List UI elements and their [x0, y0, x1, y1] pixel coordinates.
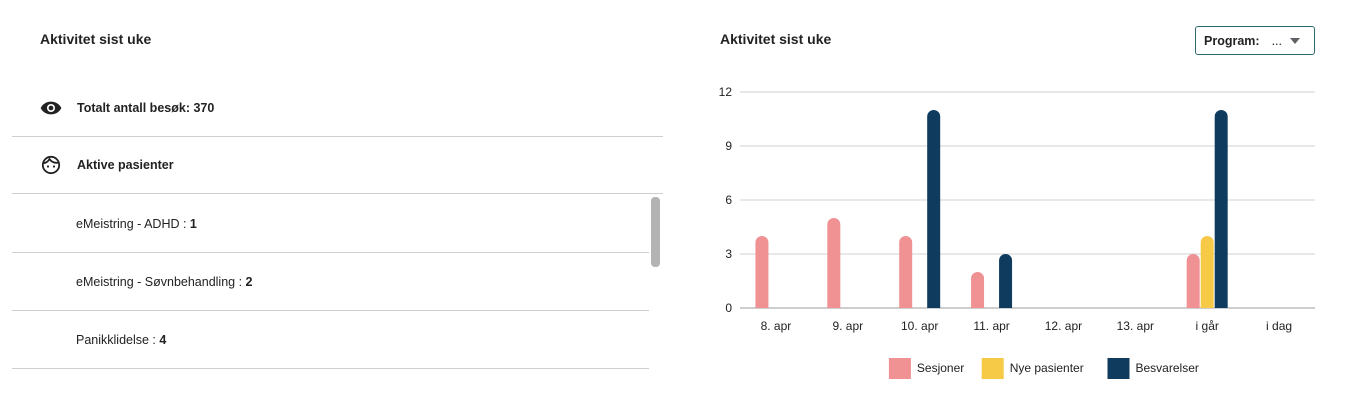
x-tick-label: 13. apr [1117, 319, 1154, 333]
bar [927, 110, 941, 309]
bar [1214, 110, 1228, 309]
x-tick-label: i går [1196, 319, 1219, 333]
bar [899, 236, 913, 308]
bar [999, 254, 1013, 308]
activity-bar-chart: 0 3 6 9 12 8. apr 9. apr 10. apr 11. apr 12. apr 1… [719, 85, 1315, 379]
bar [1186, 254, 1200, 308]
y-tick-label: 0 [725, 301, 732, 315]
panel-title: Aktivitet sist uke [40, 31, 152, 47]
legend-swatch [981, 358, 1004, 379]
x-tick-label: 10. apr [901, 319, 938, 333]
y-tick-label: 9 [725, 139, 732, 153]
legend-label: Besvarelser [1136, 361, 1199, 375]
legend-swatch [888, 358, 911, 379]
eye-icon [39, 96, 63, 120]
x-tick-label: 12. apr [1045, 319, 1082, 333]
program-name: Panikklidelse : [76, 332, 160, 347]
activity-summary-panel: Aktivitet sist uke Totalt antall besøk: … [12, 0, 664, 401]
active-patients-row: Aktive pasienter [12, 137, 663, 194]
program-row: eMeistring - ADHD : 1 [12, 195, 649, 253]
total-visits-label: Totalt antall besøk: 370 [77, 101, 215, 115]
legend-label: Nye pasienter [1010, 361, 1084, 375]
bar [971, 272, 985, 308]
bar [1200, 236, 1214, 308]
legend-swatch [1107, 358, 1130, 379]
program-count: 2 [245, 274, 253, 289]
y-tick-label: 3 [725, 247, 732, 261]
program-row: Panikklidelse : 4 [12, 311, 649, 369]
program-count: 4 [159, 332, 167, 347]
program-name: eMeistring - ADHD : [76, 216, 190, 231]
activity-chart-panel: Aktivitet sist uke Program: ... 0 3 6 9 12 8.… [700, 0, 1353, 401]
x-tick-label: 11. apr [973, 319, 1009, 333]
y-tick-label: 12 [719, 85, 733, 99]
bar [755, 236, 769, 308]
x-tick-label: i dag [1266, 319, 1292, 333]
program-count: 1 [189, 216, 197, 231]
x-tick-label: 9. apr [832, 319, 863, 333]
program-row: eMeistring - Søvnbehandling : 2 [12, 253, 649, 311]
scrollbar-thumb[interactable] [651, 197, 660, 267]
legend-label: Sesjoner [917, 361, 964, 375]
active-patients-label: Aktive pasienter [77, 158, 174, 172]
program-row-text: eMeistring - ADHD : 1 [76, 217, 197, 231]
program-row-text: eMeistring - Søvnbehandling : 2 [76, 275, 252, 289]
total-visits-row: Totalt antall besøk: 370 [12, 80, 663, 137]
bar [827, 218, 841, 308]
x-tick-label: 8. apr [761, 319, 792, 333]
program-row-text: Panikklidelse : 4 [76, 333, 166, 347]
face-icon [39, 153, 63, 177]
y-tick-label: 6 [725, 193, 732, 207]
program-name: eMeistring - Søvnbehandling : [76, 274, 246, 289]
